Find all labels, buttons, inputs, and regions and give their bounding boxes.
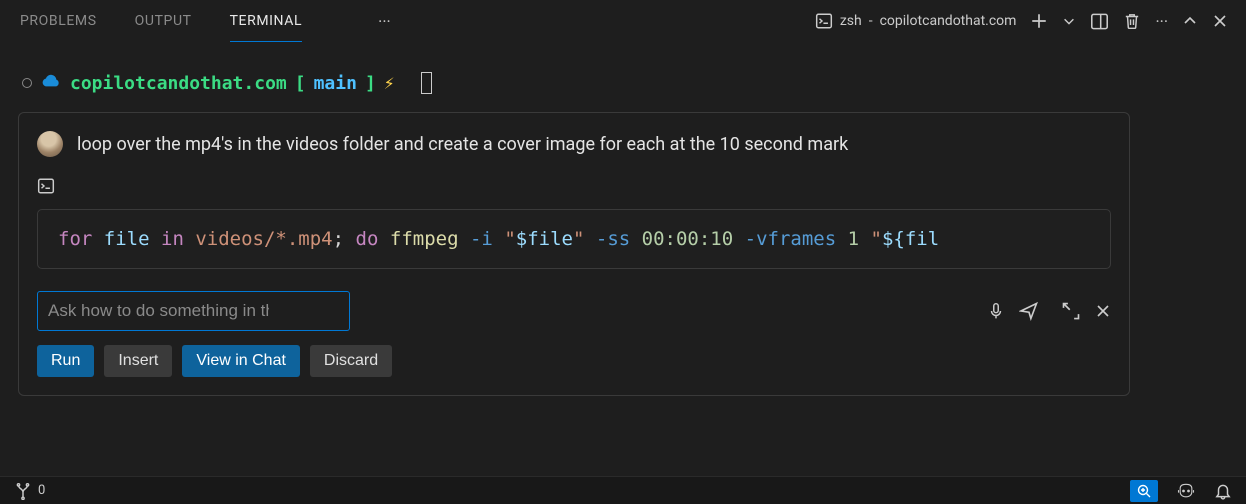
terminal-cursor [421,72,432,94]
run-button[interactable]: Run [37,345,94,377]
terminal-dropdown-icon[interactable] [1062,14,1076,28]
user-message: loop over the mp4's in the videos folder… [77,134,848,155]
mic-icon[interactable] [987,301,1005,321]
tab-output[interactable]: OUTPUT [135,1,192,41]
terminal-host: copilotcandothat.com [880,13,1017,29]
expand-chat-icon[interactable] [1061,301,1081,321]
terminal-shell-icon [815,12,833,30]
ports-count[interactable]: 0 [38,483,45,498]
new-terminal-icon[interactable] [1030,12,1048,30]
terminal-dash: - [869,13,873,29]
close-panel-icon[interactable] [1212,13,1228,29]
terminal-code-icon [37,177,1111,195]
copilot-chat-panel: loop over the mp4's in the videos folder… [18,112,1130,396]
prompt-bracket-open: [ [295,73,306,94]
insert-button[interactable]: Insert [104,345,172,377]
view-in-chat-button[interactable]: View in Chat [182,345,300,377]
terminal-prompt: copilotcandothat.com [ main] ⚡ [18,72,1228,94]
lightning-icon: ⚡ [384,73,395,94]
prompt-bracket-close: ] [365,73,376,94]
trash-icon[interactable] [1123,12,1141,30]
chevron-up-icon[interactable] [1182,13,1198,29]
terminal-session-label[interactable]: zsh - copilotcandothat.com [815,12,1017,30]
prompt-status-icon [22,78,32,88]
discard-button[interactable]: Discard [310,345,392,377]
cloud-icon [40,73,62,94]
close-chat-icon[interactable] [1095,303,1111,319]
zoom-icon[interactable] [1130,480,1158,502]
chat-input[interactable] [37,291,350,331]
code-suggestion: for file in videos/*.mp4; do ffmpeg -i "… [37,209,1111,269]
send-icon[interactable] [1019,301,1039,321]
split-terminal-icon[interactable] [1090,12,1109,31]
tab-problems[interactable]: PROBLEMS [20,1,97,41]
copilot-status-icon[interactable] [1176,481,1196,501]
tab-more-icon[interactable]: ··· [378,12,391,31]
avatar [37,131,63,157]
prompt-branch: main [314,73,357,94]
prompt-host: copilotcandothat.com [70,73,287,94]
panel-more-icon[interactable]: ··· [1155,12,1168,31]
remote-icon[interactable] [14,482,32,500]
tab-terminal[interactable]: TERMINAL [230,1,303,42]
bell-icon[interactable] [1214,482,1232,500]
terminal-shell-name: zsh [840,13,862,29]
